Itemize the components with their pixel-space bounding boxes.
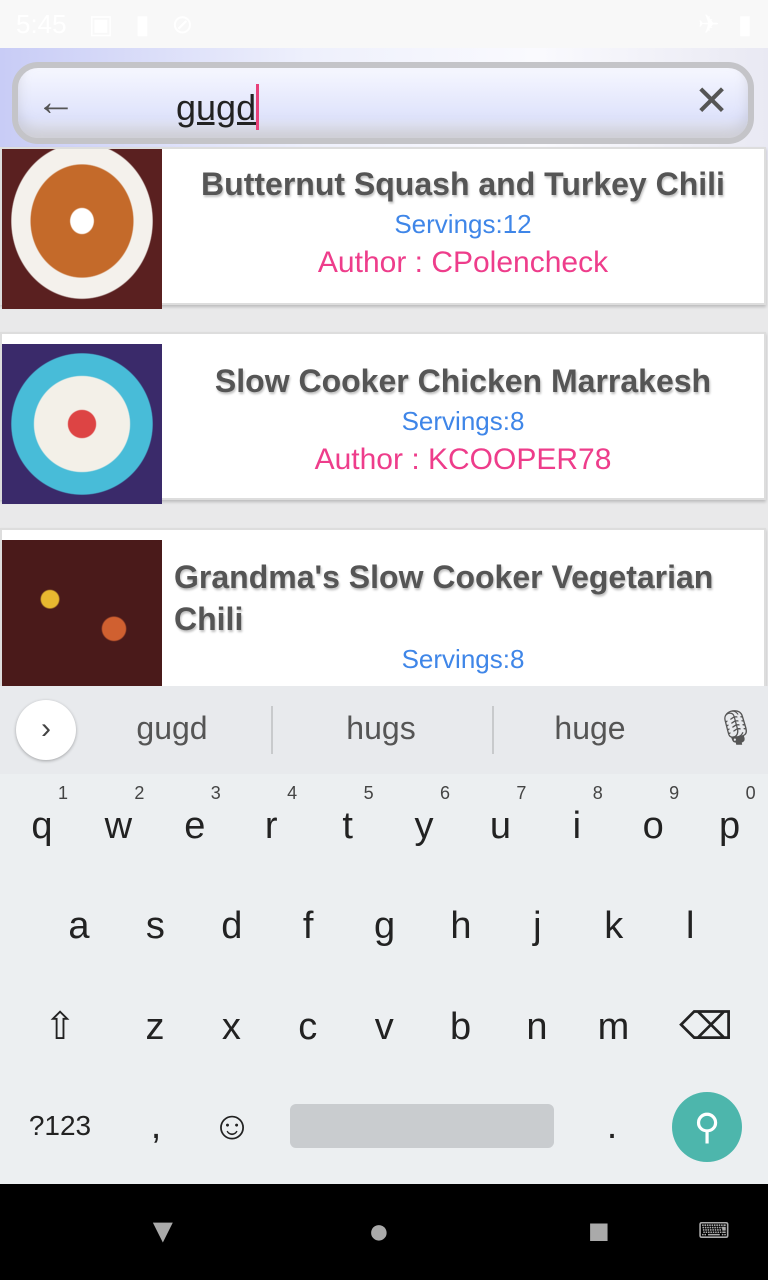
key-hint: 2 — [134, 783, 145, 803]
key-letter: p — [719, 805, 741, 847]
emoji-icon[interactable]: ☺ — [194, 1086, 270, 1166]
key-hint: 5 — [363, 783, 374, 803]
key-b[interactable]: b — [423, 987, 499, 1067]
key-c[interactable]: c — [270, 987, 346, 1067]
key-n[interactable]: n — [499, 987, 575, 1067]
recipe-card[interactable]: Butternut Squash and Turkey Chili Servin… — [0, 147, 766, 309]
recipe-title: Grandma's Slow Cooker Vegetarian Chili — [174, 559, 714, 637]
period-key[interactable]: . — [574, 1086, 650, 1166]
key-i[interactable]: i8 — [539, 783, 615, 866]
recipe-image — [2, 344, 162, 504]
text-cursor — [256, 84, 260, 130]
sync-icon: ⊘ — [171, 8, 194, 39]
key-letter: y — [414, 805, 434, 847]
key-v[interactable]: v — [346, 987, 422, 1067]
key-k[interactable]: k — [576, 886, 652, 966]
key-u[interactable]: u7 — [462, 783, 538, 866]
search-key-icon[interactable]: ⚲ — [672, 1092, 742, 1162]
key-letter: u — [489, 805, 511, 847]
key-hint: 0 — [745, 783, 756, 803]
suggestion-strip: › gugd hugs huge 🎙 — [0, 686, 768, 774]
recipe-author: Author : CPolencheck — [317, 246, 609, 279]
microphone-icon[interactable]: 🎙 — [714, 708, 757, 748]
key-hint: 4 — [287, 783, 298, 803]
key-letter: t — [342, 805, 353, 847]
recipe-servings: Servings:8 — [401, 406, 525, 436]
search-field-frame — [12, 62, 754, 144]
sd-card-icon: ▮ — [135, 8, 150, 39]
key-w[interactable]: w2 — [80, 783, 156, 866]
recipe-author: Author : KCOOPER78 — [314, 443, 612, 476]
recipe-image — [2, 540, 162, 688]
status-bar: 5:45 ▣ ▮ ⊘ ✈ ▮ — [0, 0, 768, 48]
recipe-title: Butternut Squash and Turkey Chili — [201, 166, 725, 202]
key-hint: 1 — [57, 783, 68, 803]
airplane-icon: ✈ — [697, 8, 720, 39]
key-s[interactable]: s — [117, 886, 193, 966]
search-query: gugd — [176, 87, 257, 128]
comma-key[interactable]: , — [118, 1086, 194, 1166]
key-p[interactable]: p0 — [692, 783, 768, 866]
key-letter: e — [184, 805, 206, 847]
shift-icon[interactable]: ⇧ — [22, 987, 98, 1067]
key-letter: o — [642, 805, 664, 847]
recipe-servings: Servings:12 — [394, 209, 532, 239]
notification-icon: ▣ — [88, 8, 114, 39]
key-y[interactable]: y6 — [386, 783, 462, 866]
divider — [492, 706, 494, 754]
back-nav-icon[interactable]: ▼ — [146, 1212, 180, 1251]
key-d[interactable]: d — [194, 886, 270, 966]
key-j[interactable]: j — [499, 886, 575, 966]
recipe-card[interactable]: Grandma's Slow Cooker Vegetarian Chili S… — [0, 528, 766, 698]
recipe-card[interactable]: Slow Cooker Chicken Marrakesh Servings:8… — [0, 332, 766, 504]
key-hint: 9 — [669, 783, 680, 803]
recipe-servings: Servings:8 — [401, 644, 525, 674]
search-input[interactable]: gugd — [176, 84, 260, 130]
space-bar[interactable] — [290, 1104, 554, 1148]
key-letter: w — [104, 805, 133, 847]
key-r[interactable]: r4 — [233, 783, 309, 866]
symbols-key[interactable]: ?123 — [22, 1086, 98, 1166]
backspace-icon[interactable]: ⌫ — [668, 987, 744, 1067]
keyboard-switch-icon[interactable]: ⌨ — [698, 1218, 730, 1244]
key-hint: 3 — [210, 783, 221, 803]
clock: 5:45 — [16, 8, 67, 39]
key-f[interactable]: f — [270, 886, 346, 966]
recipe-image — [2, 149, 162, 309]
key-g[interactable]: g — [347, 886, 423, 966]
key-e[interactable]: e3 — [157, 783, 233, 866]
key-q[interactable]: q1 — [4, 783, 80, 866]
suggestion[interactable]: huge — [500, 710, 680, 747]
keyboard: › gugd hugs huge 🎙 q1w2e3r4t5y6u7i8o9p0a… — [0, 686, 768, 1184]
key-o[interactable]: o9 — [615, 783, 691, 866]
key-l[interactable]: l — [652, 886, 728, 966]
home-nav-icon[interactable]: ● — [368, 1210, 390, 1252]
key-h[interactable]: h — [423, 886, 499, 966]
clear-icon[interactable]: ✕ — [694, 80, 729, 122]
key-x[interactable]: x — [193, 987, 269, 1067]
suggestion[interactable]: gugd — [82, 710, 262, 747]
expand-chevron-icon[interactable]: › — [16, 700, 76, 760]
recipe-title: Slow Cooker Chicken Marrakesh — [214, 363, 712, 399]
key-letter: r — [264, 805, 278, 847]
key-a[interactable]: a — [41, 886, 117, 966]
battery-icon: ▮ — [737, 8, 752, 39]
suggestion[interactable]: hugs — [291, 710, 471, 747]
search-bar: ← gugd ✕ — [0, 48, 768, 160]
back-arrow-icon[interactable]: ← — [36, 82, 76, 122]
key-m[interactable]: m — [575, 987, 651, 1067]
key-letter: q — [31, 805, 53, 847]
recents-nav-icon[interactable]: ■ — [588, 1210, 610, 1252]
navigation-bar: ▼ ● ■ ⌨ — [0, 1184, 768, 1280]
key-letter: i — [572, 805, 582, 847]
divider — [271, 706, 273, 754]
key-hint: 8 — [592, 783, 603, 803]
key-t[interactable]: t5 — [310, 783, 386, 866]
key-z[interactable]: z — [117, 987, 193, 1067]
key-hint: 7 — [516, 783, 527, 803]
key-hint: 6 — [439, 783, 450, 803]
